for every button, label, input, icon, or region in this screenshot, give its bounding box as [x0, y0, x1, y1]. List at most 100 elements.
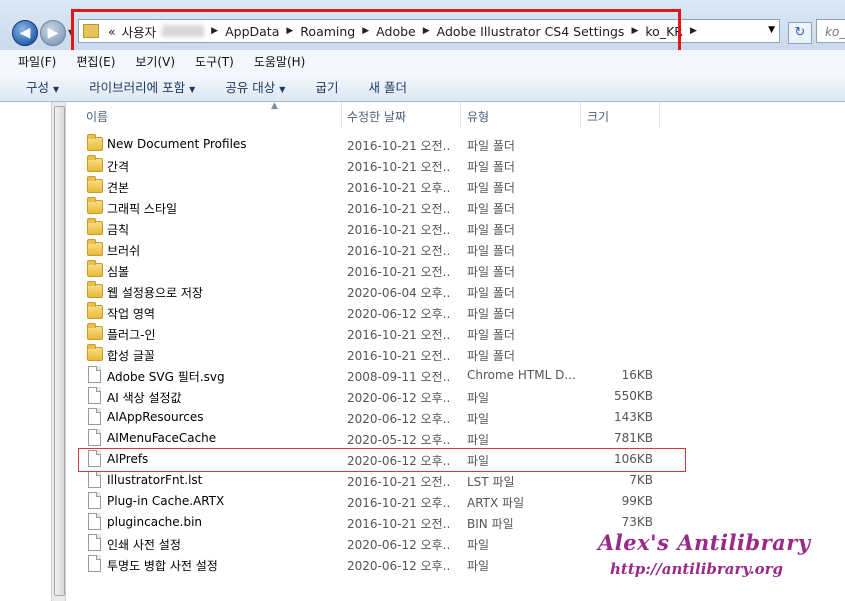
menu-help[interactable]: 도움말(H)	[254, 53, 306, 70]
folder-row[interactable]: 웹 설정용으로 저장 2020-06-04 오후... 파일 폴더	[66, 281, 845, 302]
file-name: AIMenuFaceCache	[107, 431, 217, 445]
column-divider[interactable]	[580, 102, 581, 128]
folder-icon	[87, 176, 103, 193]
file-name: 플러그-인	[107, 328, 156, 342]
file-date: 2020-06-12 오후...	[347, 412, 451, 426]
file-size: 73KB	[621, 515, 653, 529]
folder-row[interactable]: 견본 2016-10-21 오후... 파일 폴더	[66, 176, 845, 197]
column-header-type[interactable]: 유형	[467, 108, 489, 125]
column-header-date[interactable]: 수정한 날짜	[347, 108, 406, 125]
folder-row[interactable]: 플러그-인 2016-10-21 오전... 파일 폴더	[66, 323, 845, 344]
folder-row[interactable]: 금칙 2016-10-21 오전... 파일 폴더	[66, 218, 845, 239]
file-row[interactable]: AIAppResources 2020-06-12 오후... 파일 143KB	[66, 407, 845, 428]
folder-icon	[87, 344, 103, 361]
column-divider[interactable]	[460, 102, 461, 128]
file-date: 2016-10-21 오전...	[347, 349, 451, 363]
navigation-pane	[0, 102, 52, 601]
folder-row[interactable]: 그래픽 스타일 2016-10-21 오전... 파일 폴더	[66, 197, 845, 218]
column-header-size[interactable]: 크기	[587, 108, 609, 125]
caret-down-icon: ▼	[279, 85, 286, 94]
column-divider[interactable]	[341, 102, 342, 128]
file-type: 파일 폴더	[467, 139, 515, 153]
file-row[interactable]: Plug-in Cache.ARTX 2016-10-21 오후... ARTX 파…	[66, 491, 845, 512]
file-icon	[88, 492, 101, 509]
file-type: 파일	[467, 412, 490, 426]
file-row[interactable]: Adobe SVG 필터.svg 2008-09-11 오전... Chrome H…	[66, 365, 845, 386]
organize-button[interactable]: 구성 ▼	[26, 77, 59, 96]
folder-row[interactable]: 작업 영역 2020-06-12 오후... 파일 폴더	[66, 302, 845, 323]
file-type: 파일	[467, 559, 490, 573]
burn-button[interactable]: 굽기	[315, 77, 338, 96]
file-type: 파일 폴더	[467, 265, 515, 279]
file-row[interactable]: IllustratorFnt.lst 2016-10-21 오전... LST 파일…	[66, 470, 845, 491]
folder-row[interactable]: 간격 2016-10-21 오전... 파일 폴더	[66, 155, 845, 176]
file-date: 2016-10-21 오후...	[347, 496, 451, 510]
file-row[interactable]: AIMenuFaceCache 2020-05-12 오후... 파일 781KB	[66, 428, 845, 449]
share-with-label: 공유 대상	[225, 80, 276, 95]
file-name: AI 색상 설정값	[107, 391, 182, 405]
include-in-library-button[interactable]: 라이브러리에 포함 ▼	[89, 77, 195, 96]
folder-row[interactable]: 브러쉬 2016-10-21 오전... 파일 폴더	[66, 239, 845, 260]
file-name: IllustratorFnt.lst	[107, 473, 203, 487]
file-date: 2020-06-12 오후...	[347, 559, 451, 573]
search-input[interactable]: ko_	[816, 19, 845, 43]
column-header-name[interactable]: 이름	[86, 108, 108, 125]
arrow-right-icon: ▶	[47, 25, 59, 41]
file-type: 파일	[467, 538, 490, 552]
refresh-button[interactable]: ↻	[788, 22, 812, 44]
file-size: 99KB	[621, 494, 653, 508]
file-type: 파일	[467, 391, 490, 405]
menu-view[interactable]: 보기(V)	[135, 53, 175, 70]
file-name: 작업 영역	[107, 307, 155, 321]
file-type: 파일 폴더	[467, 307, 515, 321]
file-type: BIN 파일	[467, 517, 514, 531]
new-folder-button[interactable]: 새 폴더	[368, 77, 406, 96]
folder-icon	[87, 239, 103, 256]
file-type: ARTX 파일	[467, 496, 525, 510]
file-icon	[88, 471, 101, 488]
file-date: 2016-10-21 오전...	[347, 244, 451, 258]
folder-row[interactable]: New Document Profiles 2016-10-21 오전... 파일 …	[66, 134, 845, 155]
file-type: 파일 폴더	[467, 328, 515, 342]
back-button[interactable]: ◀	[12, 20, 38, 46]
file-date: 2016-10-21 오후...	[347, 181, 451, 195]
file-date: 2020-06-04 오후...	[347, 286, 451, 300]
share-with-button[interactable]: 공유 대상 ▼	[225, 77, 285, 96]
watermark-url: http://antilibrary.org	[610, 560, 784, 578]
include-in-library-label: 라이브러리에 포함	[89, 80, 186, 95]
menu-file[interactable]: 파일(F)	[18, 53, 56, 70]
arrow-left-icon: ◀	[19, 25, 31, 41]
file-date: 2016-10-21 오전...	[347, 139, 451, 153]
menu-edit[interactable]: 편집(E)	[76, 53, 115, 70]
navigation-pane-scrollbar[interactable]	[51, 102, 66, 601]
menu-bar: 파일(F) 편집(E) 보기(V) 도구(T) 도움말(H)	[0, 50, 845, 72]
file-row[interactable]: AI 색상 설정값 2020-06-12 오후... 파일 550KB	[66, 386, 845, 407]
file-date: 2008-09-11 오전...	[347, 370, 451, 384]
file-date: 2020-06-12 오후...	[347, 391, 451, 405]
file-name: 브러쉬	[107, 244, 141, 258]
address-history-dropdown[interactable]: ▼	[768, 25, 775, 35]
file-type: 파일 폴더	[467, 202, 515, 216]
column-header-row: ▲ 이름 수정한 날짜 유형 크기	[66, 101, 845, 128]
column-divider[interactable]	[659, 102, 660, 128]
file-type: 파일	[467, 433, 490, 447]
file-type: 파일 폴더	[467, 223, 515, 237]
folder-icon	[87, 302, 103, 319]
caret-down-icon: ▼	[53, 85, 60, 94]
folder-icon	[87, 218, 103, 235]
file-type: 파일 폴더	[467, 349, 515, 363]
scrollbar-thumb[interactable]	[54, 106, 65, 596]
caret-down-icon: ▼	[189, 85, 196, 94]
folder-row[interactable]: 심볼 2016-10-21 오전... 파일 폴더	[66, 260, 845, 281]
watermark-title: Alex's Antilibrary	[598, 530, 811, 555]
file-type: 파일 폴더	[467, 160, 515, 174]
file-icon	[88, 429, 101, 446]
chevron-right-icon[interactable]: ▶	[690, 26, 697, 36]
forward-button[interactable]: ▶	[40, 20, 66, 46]
file-icon	[88, 408, 101, 425]
file-name: Adobe SVG 필터.svg	[107, 370, 225, 384]
menu-tools[interactable]: 도구(T)	[195, 53, 234, 70]
file-date: 2020-06-12 오후...	[347, 538, 451, 552]
file-date: 2020-05-12 오후...	[347, 433, 451, 447]
folder-row[interactable]: 합성 글꼴 2016-10-21 오전... 파일 폴더	[66, 344, 845, 365]
